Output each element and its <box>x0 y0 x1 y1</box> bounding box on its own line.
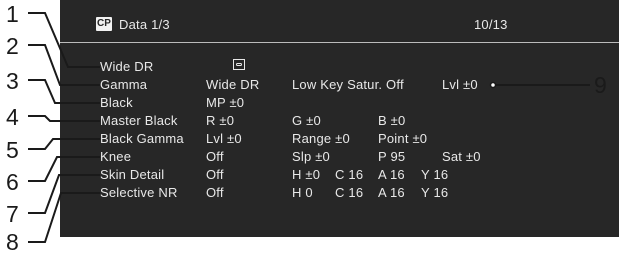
callout-6: 6 <box>6 169 19 195</box>
leader-4 <box>28 115 100 122</box>
callout-4: 4 <box>6 104 19 130</box>
callout-2: 2 <box>6 33 19 59</box>
leader-8 <box>28 192 100 243</box>
leader-5 <box>28 138 100 150</box>
callout-7: 7 <box>6 201 19 227</box>
leader-3 <box>28 79 100 104</box>
callout-3: 3 <box>6 68 19 94</box>
leader-1 <box>28 12 100 68</box>
callout-leaders <box>28 12 590 243</box>
callout-8: 8 <box>6 229 19 255</box>
callout-1: 1 <box>6 1 19 27</box>
callout-5: 5 <box>6 137 19 163</box>
callout-9: 9 <box>594 72 607 98</box>
leader-6 <box>28 156 100 182</box>
